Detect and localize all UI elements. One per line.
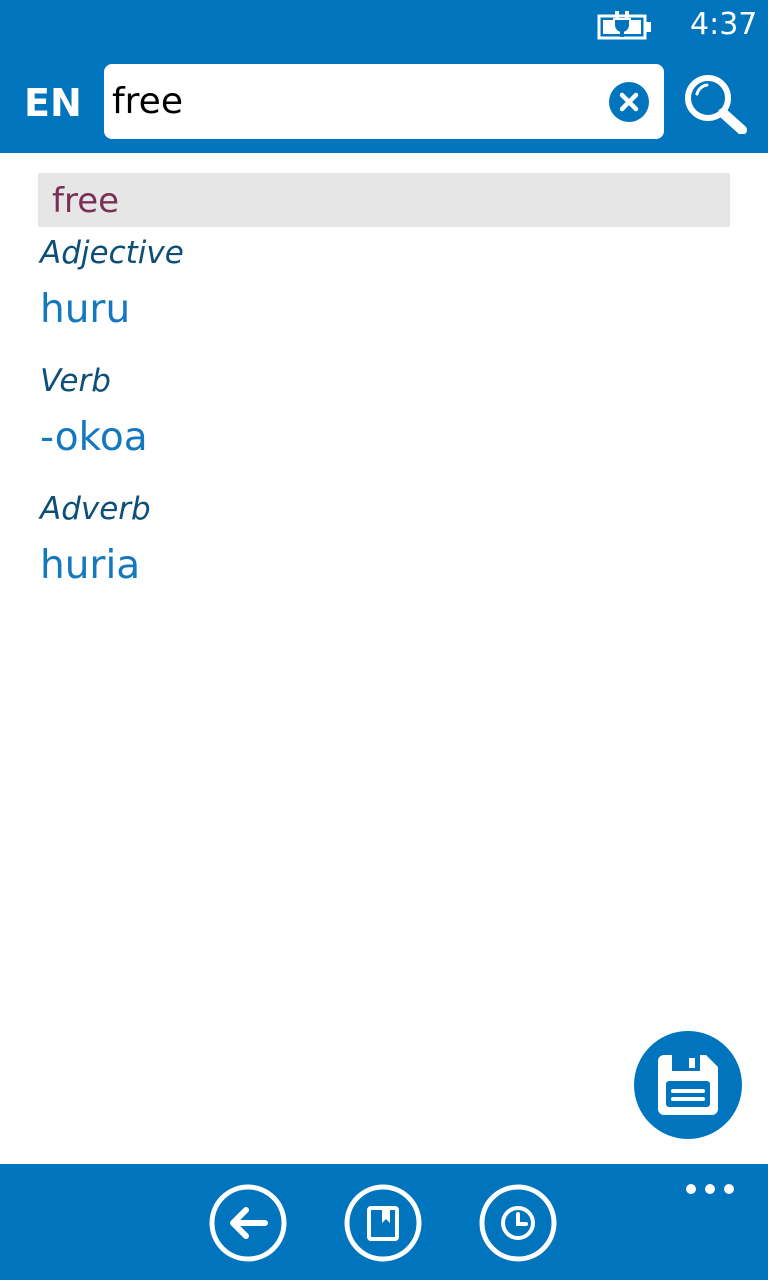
- part-of-speech: Adverb: [40, 491, 151, 527]
- translation-link[interactable]: huru: [40, 284, 440, 336]
- search-input[interactable]: [112, 74, 592, 129]
- search-icon[interactable]: [682, 72, 748, 134]
- part-of-speech: Verb: [40, 363, 111, 399]
- app-bar: [0, 1164, 768, 1280]
- more-options-icon[interactable]: [682, 1178, 738, 1200]
- back-arrow-icon[interactable]: [209, 1184, 287, 1262]
- history-clock-icon[interactable]: [479, 1184, 557, 1262]
- translation-link[interactable]: huria: [40, 540, 440, 592]
- save-button[interactable]: [634, 1031, 742, 1139]
- headword: free: [52, 181, 120, 221]
- search-box: [104, 64, 664, 139]
- translation-link[interactable]: -okoa: [40, 412, 440, 464]
- close-circle-icon[interactable]: [608, 81, 650, 123]
- top-bar: 4:37 EN: [0, 0, 768, 153]
- dictionary-entry: free Adjective huru Verb -okoa Adverb hu…: [0, 153, 768, 1164]
- part-of-speech: Adjective: [40, 235, 184, 271]
- language-switch-button[interactable]: EN: [24, 78, 94, 128]
- battery-charging-icon: [597, 11, 651, 40]
- status-time: 4:37: [690, 7, 758, 42]
- bookmark-icon[interactable]: [344, 1184, 422, 1262]
- headword-row: free: [38, 173, 730, 227]
